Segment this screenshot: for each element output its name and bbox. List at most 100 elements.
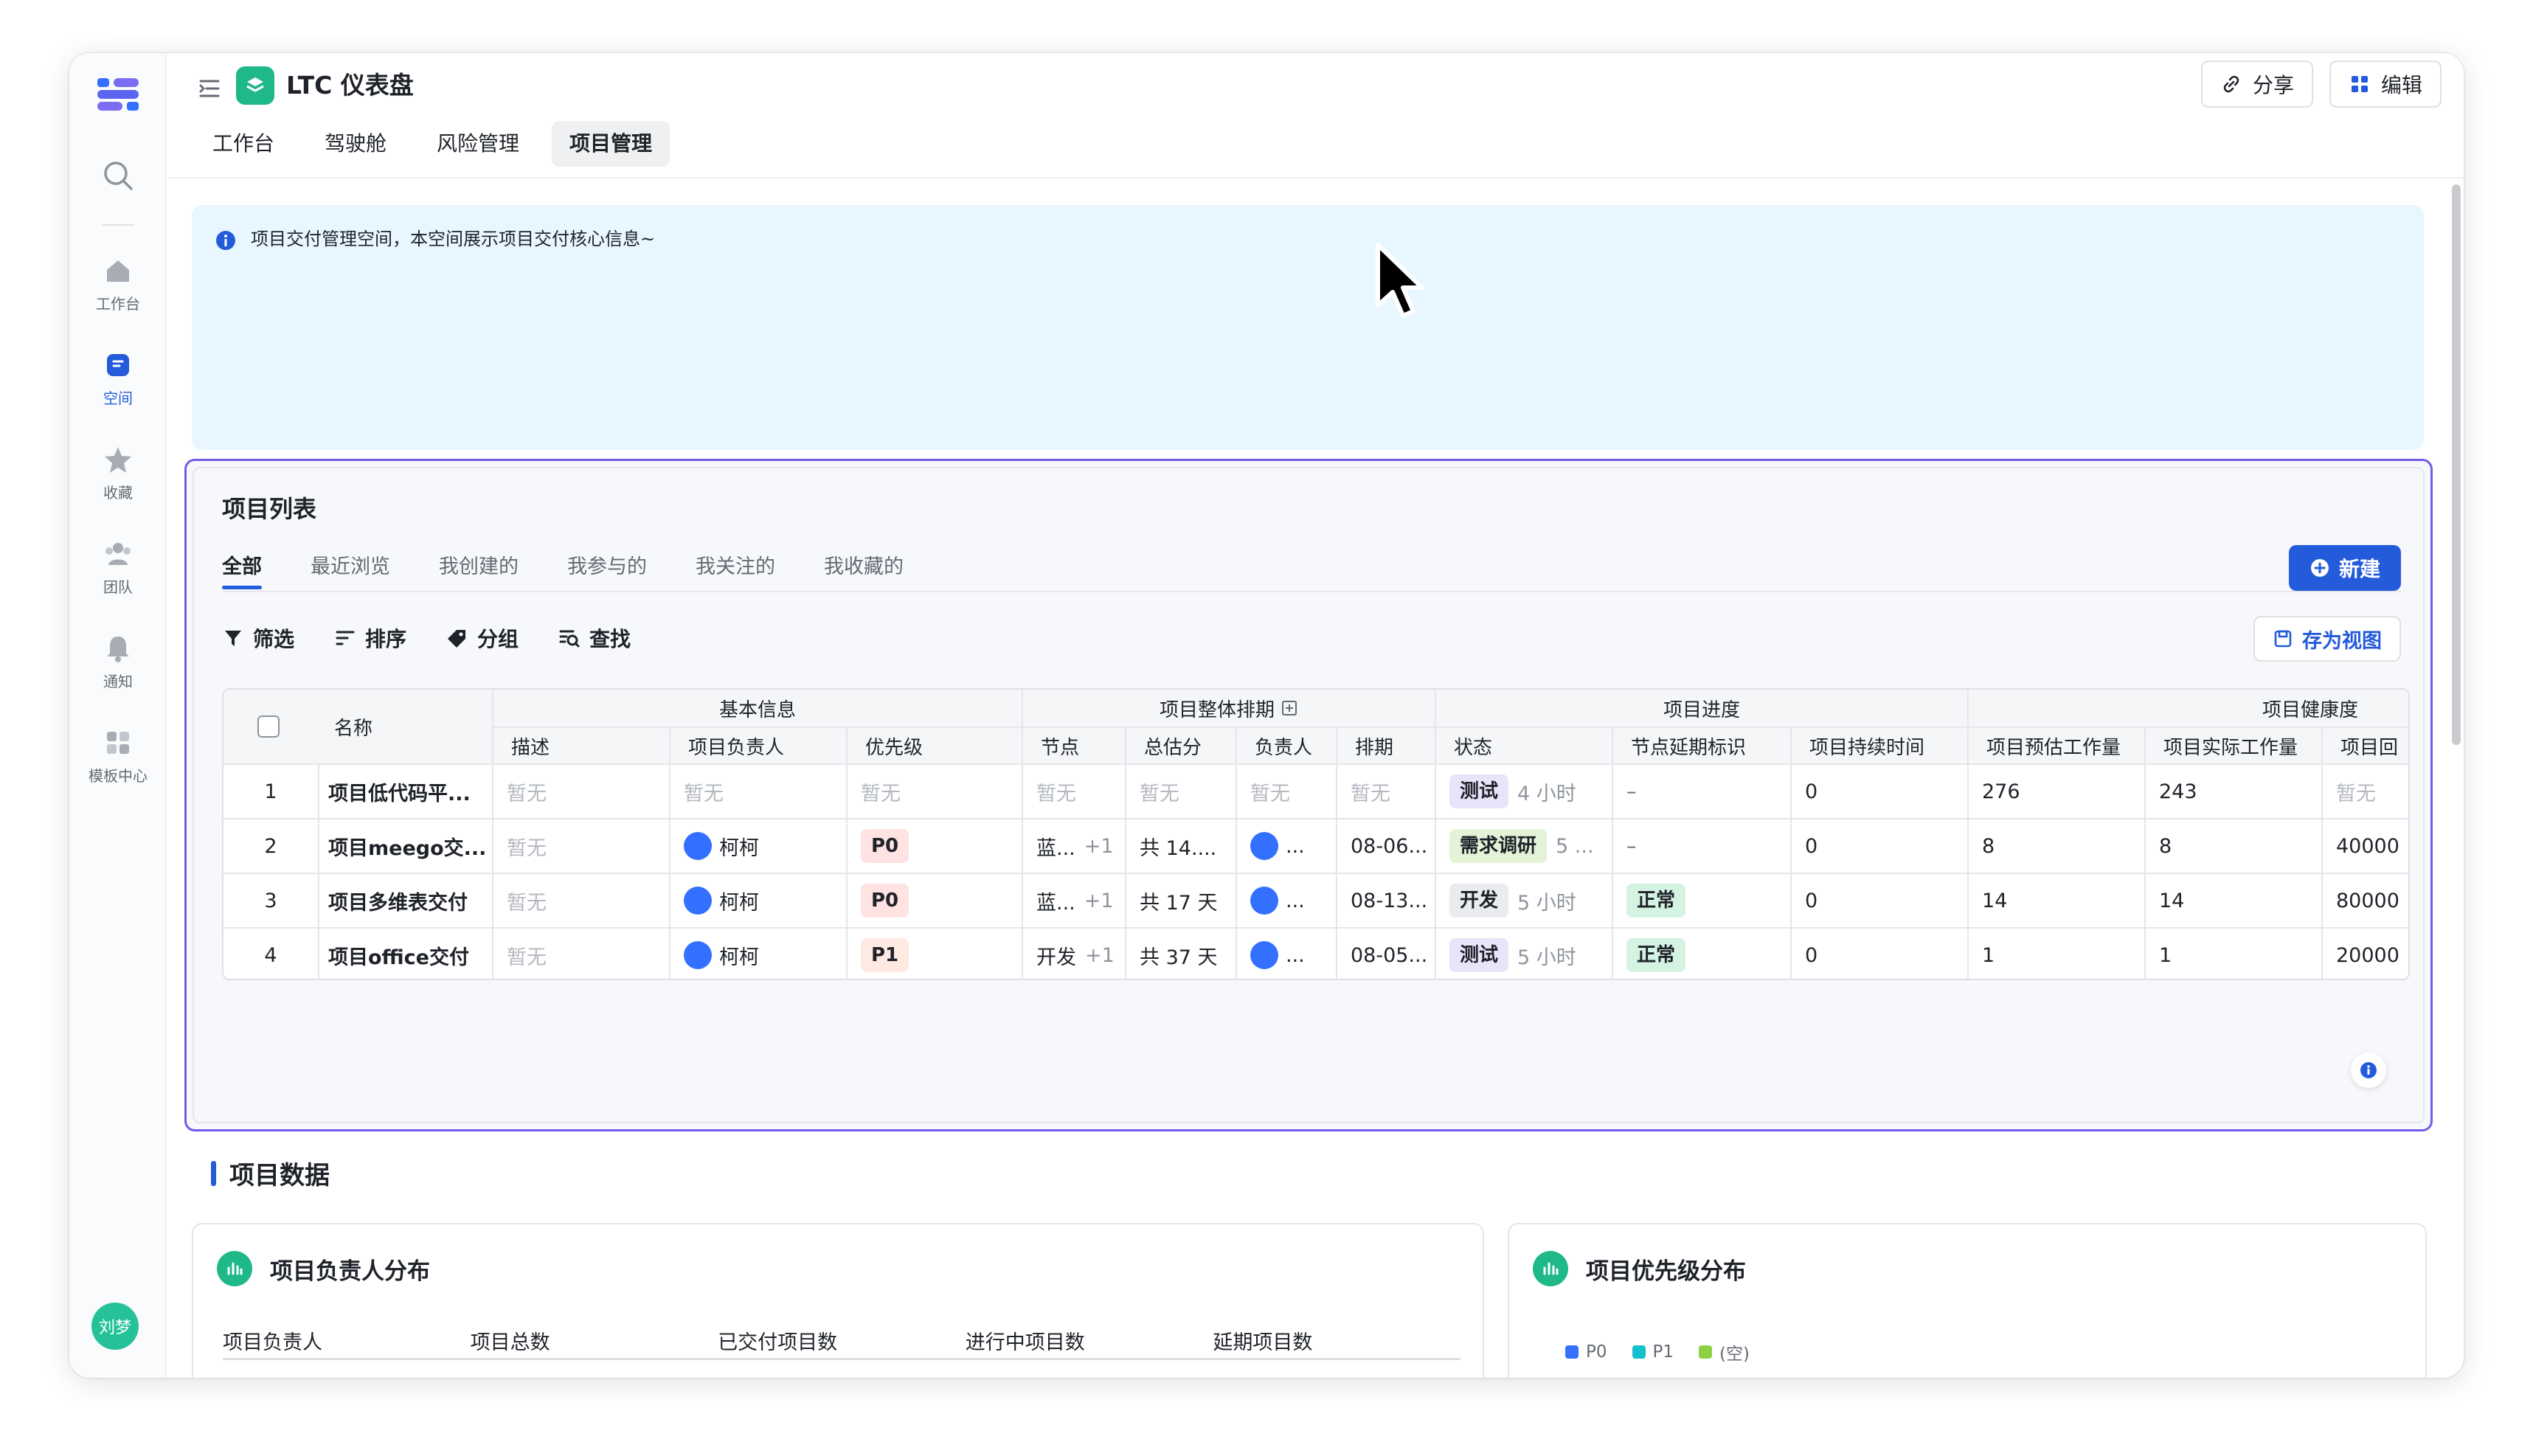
search-icon[interactable] [100, 158, 136, 193]
cell-delay[interactable]: 正常 [1613, 874, 1792, 929]
rail-item-notifications[interactable]: 通知 [69, 631, 167, 705]
cell-act-work[interactable]: 243 [2146, 765, 2323, 819]
new-project-button[interactable]: 新建 [2288, 545, 2401, 591]
row-name[interactable]: 项目低代码平... [319, 765, 493, 819]
view-tab-participated[interactable]: 我参与的 [567, 552, 647, 592]
cell-schedule[interactable]: 暂无 [1337, 765, 1436, 819]
cell-owner[interactable]: 暂无 [670, 765, 848, 819]
view-tab-created[interactable]: 我创建的 [439, 552, 519, 592]
cell-schedule[interactable]: 08-13... [1337, 874, 1436, 929]
cell-duration[interactable]: 0 [1792, 874, 1969, 929]
tab-risk-management[interactable]: 风险管理 [419, 121, 537, 167]
column-header-status[interactable]: 状态 [1436, 728, 1613, 765]
view-tab-all[interactable]: 全部 [222, 552, 262, 592]
cell-owner[interactable]: 柯柯 [670, 929, 848, 979]
row-name[interactable]: 项目office交付 [319, 929, 493, 979]
help-button[interactable] [2351, 1053, 2386, 1088]
cell-estimate[interactable]: 共 14.... [1126, 819, 1237, 874]
owner-col-delivered[interactable]: 已交付项目数 [718, 1326, 966, 1358]
column-header-priority[interactable]: 优先级 [848, 728, 1023, 765]
cell-delay[interactable]: – [1613, 819, 1792, 874]
save-view-button[interactable]: 存为视图 [2253, 616, 2401, 662]
cell-duration[interactable]: 0 [1792, 929, 1969, 979]
cell-node[interactable]: 暂无 [1023, 765, 1126, 819]
owner-col-owner[interactable]: 项目负责人 [223, 1326, 471, 1358]
tab-project-management[interactable]: 项目管理 [552, 121, 670, 167]
owner-col-total[interactable]: 项目总数 [471, 1326, 718, 1358]
cell-return[interactable]: 40000 [2323, 819, 2408, 874]
cell-priority[interactable]: P0 [848, 874, 1023, 929]
rail-item-space[interactable]: 空间 [69, 348, 167, 422]
cell-status[interactable]: 开发 5 小时 [1436, 874, 1613, 929]
row-name[interactable]: 项目meego交... [319, 819, 493, 874]
cell-status[interactable]: 测试 4 小时 [1436, 765, 1613, 819]
cell-owner[interactable]: 柯柯 [670, 819, 848, 874]
cell-desc[interactable]: 暂无 [493, 819, 670, 874]
cell-est-work[interactable]: 14 [1969, 874, 2146, 929]
view-tab-recent[interactable]: 最近浏览 [311, 552, 390, 592]
cell-est-work[interactable]: 8 [1969, 819, 2146, 874]
view-tab-favorited[interactable]: 我收藏的 [824, 552, 904, 592]
sort-button[interactable]: 排序 [334, 623, 406, 653]
cell-priority[interactable]: 暂无 [848, 765, 1023, 819]
cell-desc[interactable]: 暂无 [493, 874, 670, 929]
column-header-act-work[interactable]: 项目实际工作量 [2146, 728, 2323, 765]
cell-assignee[interactable]: ... [1237, 874, 1337, 929]
cell-desc[interactable]: 暂无 [493, 765, 670, 819]
expand-icon[interactable] [1281, 699, 1298, 717]
column-header-duration[interactable]: 项目持续时间 [1792, 728, 1969, 765]
column-header-owner[interactable]: 项目负责人 [670, 728, 848, 765]
cell-act-work[interactable]: 8 [2146, 819, 2323, 874]
cell-schedule[interactable]: 08-05... [1337, 929, 1436, 979]
column-header-est-work[interactable]: 项目预估工作量 [1969, 728, 2146, 765]
cell-assignee[interactable]: 暂无 [1237, 765, 1337, 819]
cell-node[interactable]: 蓝... +1 [1023, 819, 1126, 874]
cell-return[interactable]: 80000 [2323, 874, 2408, 929]
column-header-node[interactable]: 节点 [1023, 728, 1126, 765]
column-header-return[interactable]: 项目回 [2323, 728, 2408, 765]
cell-estimate[interactable]: 共 37 天 [1126, 929, 1237, 979]
select-all-checkbox[interactable] [257, 715, 280, 738]
cell-owner[interactable]: 柯柯 [670, 874, 848, 929]
cell-node[interactable]: 蓝... +1 [1023, 874, 1126, 929]
cell-duration[interactable]: 0 [1792, 819, 1969, 874]
edit-button[interactable]: 编辑 [2329, 60, 2442, 108]
legend-item-p0[interactable]: P0 [1565, 1339, 1607, 1365]
rail-item-templates[interactable]: 模板中心 [69, 726, 167, 800]
column-header-assignee[interactable]: 负责人 [1237, 728, 1337, 765]
rail-item-favorites[interactable]: 收藏 [69, 443, 167, 516]
cell-estimate[interactable]: 共 17 天 [1126, 874, 1237, 929]
cell-act-work[interactable]: 14 [2146, 874, 2323, 929]
legend-item-empty[interactable]: (空) [1699, 1339, 1750, 1365]
cell-priority[interactable]: P0 [848, 819, 1023, 874]
group-button[interactable]: 分组 [446, 623, 519, 653]
cell-node[interactable]: 开发 +1 [1023, 929, 1126, 979]
row-name[interactable]: 项目多维表交付 [319, 874, 493, 929]
owner-col-in-progress[interactable]: 进行中项目数 [966, 1326, 1213, 1358]
column-header-estimate[interactable]: 总估分 [1126, 728, 1237, 765]
app-logo-icon[interactable] [94, 75, 142, 114]
cell-est-work[interactable]: 276 [1969, 765, 2146, 819]
tab-cockpit[interactable]: 驾驶舱 [307, 121, 404, 167]
cell-status[interactable]: 测试 5 小时 [1436, 929, 1613, 979]
cell-assignee[interactable]: ... [1237, 819, 1337, 874]
column-header-schedule[interactable]: 排期 [1337, 728, 1436, 765]
cell-delay[interactable]: – [1613, 765, 1792, 819]
cell-priority[interactable]: P1 [848, 929, 1023, 979]
cell-schedule[interactable]: 08-06... [1337, 819, 1436, 874]
cell-duration[interactable]: 0 [1792, 765, 1969, 819]
cell-est-work[interactable]: 1 [1969, 929, 2146, 979]
cell-act-work[interactable]: 1 [2146, 929, 2323, 979]
tab-workbench[interactable]: 工作台 [195, 121, 292, 167]
rail-item-workbench[interactable]: 工作台 [69, 254, 167, 327]
cell-estimate[interactable]: 暂无 [1126, 765, 1237, 819]
view-tab-followed[interactable]: 我关注的 [696, 552, 775, 592]
collapse-sidebar-icon[interactable] [195, 74, 224, 103]
cell-status[interactable]: 需求调研 5 ... [1436, 819, 1613, 874]
cell-return[interactable]: 暂无 [2323, 765, 2408, 819]
scrollbar[interactable] [2452, 184, 2461, 745]
cell-desc[interactable]: 暂无 [493, 929, 670, 979]
user-avatar[interactable]: 刘梦 [91, 1303, 139, 1350]
cell-assignee[interactable]: ... [1237, 929, 1337, 979]
column-header-delay[interactable]: 节点延期标识 [1613, 728, 1792, 765]
